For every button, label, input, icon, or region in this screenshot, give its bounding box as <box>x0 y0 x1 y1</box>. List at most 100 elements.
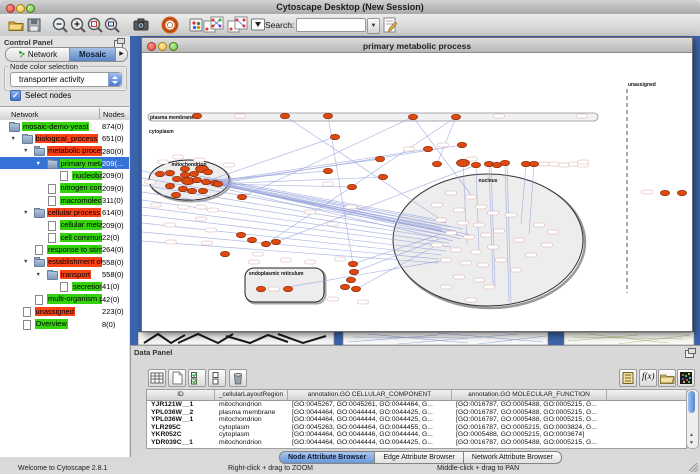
formula-builder-button[interactable]: f(x) <box>639 369 657 387</box>
network-tree-row[interactable]: ▼transport558(0) <box>0 268 129 280</box>
network-tree-row[interactable]: nucleobase-containing209(0) <box>0 169 129 181</box>
expander-icon[interactable]: ▼ <box>36 161 41 167</box>
table-column-header[interactable]: annotation.GO CELLULAR_COMPONENT <box>288 390 452 401</box>
table-row[interactable]: YPL036W__2plasma membrane[GO:0044464, GO… <box>147 409 686 417</box>
network-node[interactable] <box>201 179 210 184</box>
network-canvas[interactable]: plasma membranecytoplasmmitochondrionnuc… <box>142 53 690 330</box>
table-cell[interactable]: YPL036W__1 <box>151 416 213 424</box>
network-tree-row[interactable]: secretion41(0) <box>0 280 129 292</box>
tab-mosaic[interactable]: Mosaic <box>69 47 116 62</box>
table-cell[interactable]: mitochondrion <box>219 416 286 424</box>
search-options-button[interactable]: ▼ <box>367 18 380 34</box>
zoom-selected-icon[interactable] <box>86 16 104 34</box>
attribute-batch-button[interactable] <box>619 369 637 387</box>
zoom-in-icon[interactable] <box>69 16 87 34</box>
table-row[interactable]: YKR052Ccytoplasm[GO:0044464, GO:0044446,… <box>147 431 686 439</box>
table-cell[interactable]: YJR121W__1 <box>151 401 213 409</box>
table-cell[interactable]: mitochondrion <box>219 439 286 447</box>
network-node[interactable] <box>457 142 466 147</box>
network-node[interactable] <box>283 286 292 291</box>
save-session-icon[interactable] <box>25 16 43 34</box>
scroll-up-button[interactable]: ▲ <box>688 432 695 439</box>
table-column-header[interactable] <box>607 390 687 401</box>
tab-network[interactable]: Network <box>5 47 70 62</box>
float-panel-icon[interactable] <box>685 350 694 358</box>
network-node[interactable] <box>155 171 164 176</box>
network-node[interactable] <box>349 269 358 274</box>
table-cell[interactable]: cytoplasm <box>219 431 286 439</box>
expander-icon[interactable]: ▼ <box>23 259 28 265</box>
network-node[interactable] <box>172 176 181 181</box>
network-node[interactable] <box>198 188 207 193</box>
more-tabs-button[interactable]: ▶ <box>115 47 128 62</box>
expander-icon[interactable]: ▼ <box>23 210 28 216</box>
annotation-icon[interactable] <box>381 16 399 34</box>
network-node[interactable] <box>471 162 480 167</box>
create-network-view-icon[interactable] <box>203 16 224 34</box>
zoom-out-icon[interactable] <box>51 16 69 34</box>
network-node[interactable] <box>323 168 332 173</box>
network-node[interactable] <box>378 174 387 179</box>
network-node[interactable] <box>271 239 280 244</box>
network-node[interactable] <box>346 277 355 282</box>
network-node[interactable] <box>192 177 201 182</box>
table-cell[interactable]: [GO:0016787, GO:0005488, GO:0005215, G..… <box>456 401 605 409</box>
network-node[interactable] <box>261 241 270 246</box>
network-node[interactable] <box>187 188 196 193</box>
table-cell[interactable]: [GO:0045267, GO:0045261, GO:0044464, G..… <box>292 401 450 409</box>
scroll-down-button[interactable]: ▼ <box>688 440 695 447</box>
table-cell[interactable]: YDR039C__1 <box>151 439 213 447</box>
network-node[interactable] <box>529 161 538 166</box>
network-tree-row[interactable]: ▼primary metabolic process209(... <box>0 157 129 169</box>
table-cell[interactable]: [GO:0005488, GO:0005215, GO:0003674] <box>456 431 605 439</box>
network-node[interactable] <box>323 113 332 118</box>
network-tree-row[interactable]: ▼metabolic process280(0) <box>0 145 129 157</box>
expander-icon[interactable]: ▼ <box>36 272 41 278</box>
network-tree-row[interactable]: cellular metabolic proc209(0) <box>0 219 129 231</box>
table-cell[interactable]: YLR295C <box>151 424 213 432</box>
snapshot-icon[interactable] <box>132 16 150 34</box>
network-tree-row[interactable]: ▼establishment of localiz558(0) <box>0 256 129 268</box>
delete-attribute-button[interactable] <box>229 369 247 387</box>
zoom-fit-icon[interactable] <box>103 16 121 34</box>
network-tree-row[interactable]: multi-organism proces42(0) <box>0 293 129 305</box>
network-node[interactable] <box>408 114 417 119</box>
scrollbar-thumb[interactable] <box>688 391 695 413</box>
network-tree-row[interactable]: unassigned223(0) <box>0 305 129 317</box>
network-node[interactable] <box>423 146 432 151</box>
search-input[interactable] <box>296 18 366 32</box>
network-tree-row[interactable]: mosaic-demo-yeast874(0) <box>0 120 129 132</box>
network-tree-row[interactable]: cell communication22(0) <box>0 231 129 243</box>
network-node[interactable] <box>220 251 229 256</box>
network-node[interactable] <box>165 170 174 175</box>
destroy-network-view-icon[interactable] <box>227 16 248 34</box>
table-row[interactable]: YLR295Ccytoplasm[GO:0045263, GO:0044464,… <box>147 424 686 432</box>
background-windows[interactable] <box>138 332 700 345</box>
table-cell[interactable]: [GO:0044464, GO:0044446, GO:0044444, G..… <box>292 431 450 439</box>
network-node[interactable] <box>677 190 686 195</box>
network-node[interactable] <box>660 190 669 195</box>
table-cell[interactable]: cytoplasm <box>219 424 286 432</box>
table-cell[interactable]: [GO:0044464, GO:0044444, GO:0044425, G..… <box>292 409 450 417</box>
open-session-icon[interactable] <box>7 16 25 34</box>
network-node[interactable] <box>237 194 246 199</box>
expander-icon[interactable]: ▼ <box>11 136 16 142</box>
table-column-header[interactable]: annotation.GO MOLECULAR_FUNCTION <box>452 390 607 401</box>
table-row[interactable]: YDR039C__1mitochondrion[GO:0044464, GO:0… <box>147 439 686 447</box>
network-node[interactable] <box>180 172 189 177</box>
network-tree-row[interactable]: response to stimulus264(0) <box>0 243 129 255</box>
table-cell[interactable]: plasma membrane <box>219 409 286 417</box>
node-color-dropdown[interactable]: transporter activity <box>10 72 122 87</box>
network-node[interactable] <box>178 186 187 191</box>
table-cell[interactable]: [GO:0016787, GO:0005488, GO:0005215, G..… <box>456 439 605 447</box>
help-lifering-icon[interactable] <box>161 16 179 34</box>
table-scrollbar[interactable]: ▲ ▼ <box>686 389 699 449</box>
network-node[interactable] <box>457 159 470 166</box>
select-attributes-button[interactable] <box>188 369 206 387</box>
network-tree-row[interactable]: Overview8(0) <box>0 318 129 330</box>
network-tree-row[interactable]: ▼biological_process651(0) <box>0 132 129 144</box>
network-node[interactable] <box>351 286 360 291</box>
attribute-matrix-button[interactable] <box>677 369 695 387</box>
network-node[interactable] <box>203 169 212 174</box>
table-column-header[interactable]: ID <box>147 390 215 401</box>
